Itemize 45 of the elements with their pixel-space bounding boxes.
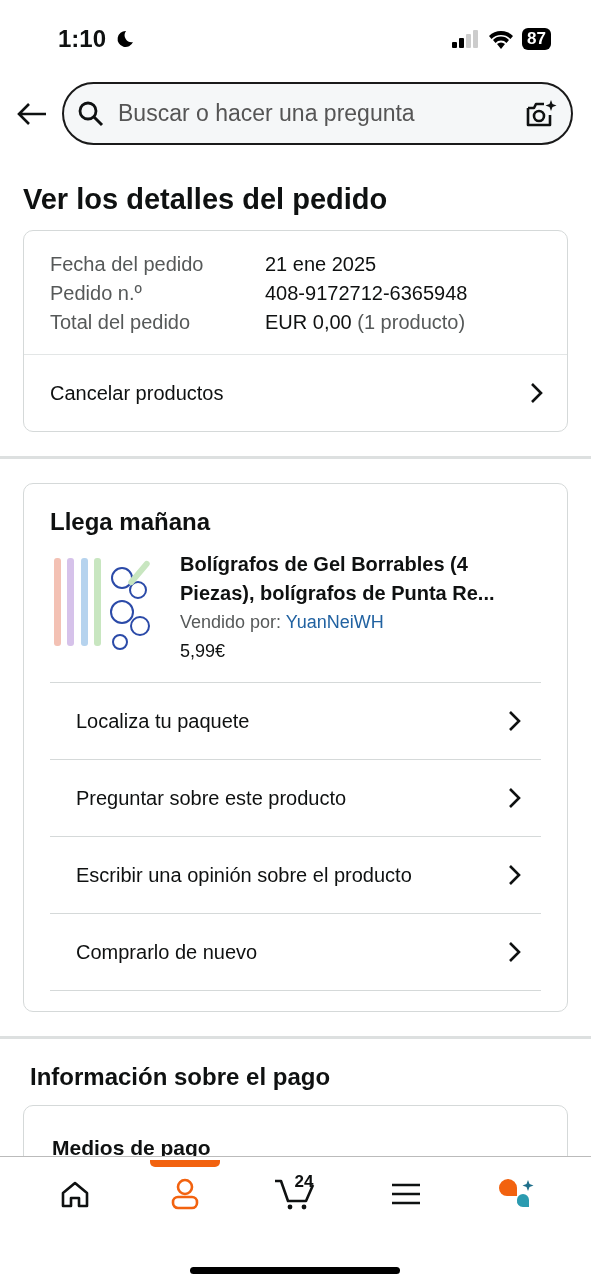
nav-tab[interactable]: 24 (260, 1164, 331, 1224)
clock-time: 1:10 (58, 25, 107, 53)
chevron-right-icon (529, 382, 543, 404)
action-label: Localiza tu paquete (76, 709, 250, 733)
signal-icon (452, 30, 481, 48)
detail-value: EUR 0,00 (265, 311, 352, 333)
detail-value: 21 ene 2025 (265, 253, 377, 275)
cart-count: 24 (294, 1172, 314, 1192)
action-row[interactable]: Escribir una opinión sobre el producto (50, 837, 541, 914)
seller-link[interactable]: YuanNeiWH (285, 612, 384, 632)
action-row[interactable]: Localiza tu paquete (50, 683, 541, 760)
seller-line: Vendido por: YuanNeiWH (180, 612, 385, 633)
detail-label: Fecha del pedido (50, 253, 205, 276)
chevron-right-icon (507, 941, 521, 963)
action-label: Comprarlo de nuevo (76, 940, 258, 964)
payment-heading: Información sobre el pago (30, 1063, 332, 1091)
detail-label: Pedido n.º (50, 282, 143, 305)
cancel-products-row[interactable]: Cancelar productos (24, 355, 567, 431)
camera-icon[interactable] (525, 98, 557, 129)
chevron-right-icon (507, 787, 521, 809)
detail-note: (1 producto) (357, 311, 466, 333)
person-icon (171, 1178, 200, 1210)
action-row[interactable]: Comprarlo de nuevo (50, 914, 541, 991)
product-name[interactable]: Bolígrafos de Gel Borrables (4 Piezas), bolígrafos de Punta Re... (180, 550, 541, 608)
action-row[interactable]: Preguntar sobre este producto (50, 760, 541, 837)
menu-icon (390, 1182, 421, 1206)
battery-level: 87 (522, 28, 551, 50)
action-label: Preguntar sobre este producto (76, 786, 347, 810)
back-arrow-icon[interactable] (16, 101, 48, 126)
chevron-right-icon (507, 710, 521, 732)
search-bar[interactable]: Buscar o hacer una pregunta (62, 82, 573, 145)
selected-indicator (150, 1160, 221, 1167)
detail-label: Total del pedido (50, 311, 192, 334)
product-price: 5,99€ (180, 641, 227, 662)
action-label: Cancelar productos (50, 381, 224, 405)
search-field[interactable]: Buscar o hacer una pregunta (116, 99, 513, 128)
wifi-icon (488, 29, 515, 49)
detail-value: 408-9172712-6365948 (265, 282, 468, 304)
search-icon (78, 100, 104, 127)
home-icon (60, 1180, 91, 1208)
page-title: Ver los detalles del pedido (23, 183, 389, 216)
action-label: Escribir una opinión sobre el producto (76, 863, 412, 887)
chat-bubbles-icon (496, 1178, 535, 1210)
chevron-right-icon (507, 864, 521, 886)
shipment-heading: Llega mañana (50, 508, 212, 536)
